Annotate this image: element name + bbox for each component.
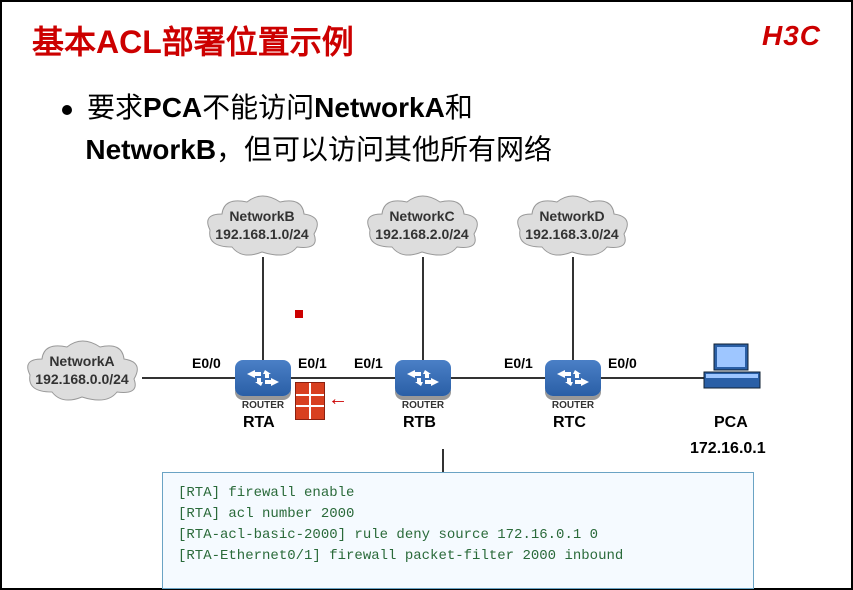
arrow-icon: ← [328, 388, 348, 411]
red-marker-icon [295, 310, 303, 318]
cloud-name: NetworkD [539, 208, 604, 224]
link-line [442, 449, 444, 472]
text: 不能访问 [202, 92, 314, 123]
cloud-cidr: 192.168.1.0/24 [215, 226, 308, 242]
cli-config-box: [RTA] firewall enable [RTA] acl number 2… [162, 472, 754, 589]
text: PCA [143, 92, 202, 123]
network-cloud-a: NetworkA 192.168.0.0/24 [22, 337, 142, 407]
interface-label: E0/1 [354, 355, 383, 371]
text: 和 [445, 92, 473, 123]
router-rta-icon [235, 360, 291, 396]
cloud-cidr: 192.168.3.0/24 [525, 226, 618, 242]
pc-icon [702, 342, 762, 392]
brand-logo: H3C [762, 20, 821, 52]
interface-label: E0/1 [504, 355, 533, 371]
network-cloud-c: NetworkC 192.168.2.0/24 [362, 192, 482, 262]
pc-ip: 172.16.0.1 [690, 440, 766, 458]
cloud-cidr: 192.168.2.0/24 [375, 226, 468, 242]
slide-title: 基本ACL部署位置示例 [32, 17, 354, 63]
cloud-name: NetworkB [229, 208, 294, 224]
slide: 基本ACL部署位置示例 H3C 要求PCA不能访问NetworkA和 Netwo… [0, 0, 853, 590]
router-rtb-icon [395, 360, 451, 396]
text: ，但可以访问其他所有网络 [216, 134, 552, 165]
cloud-name: NetworkA [49, 353, 114, 369]
firewall-icon [295, 382, 325, 420]
text: NetworkA [314, 92, 445, 123]
router-tag: ROUTER [235, 400, 291, 411]
cloud-name: NetworkC [389, 208, 454, 224]
link-line [262, 257, 264, 377]
network-cloud-b: NetworkB 192.168.1.0/24 [202, 192, 322, 262]
text: NetworkB [85, 134, 216, 165]
requirement-bullet: 要求PCA不能访问NetworkA和 NetworkB，但可以访问其他所有网络 [62, 87, 552, 171]
link-line [572, 257, 574, 377]
interface-label: E0/0 [192, 355, 221, 371]
router-rtc-icon [545, 360, 601, 396]
router-label-rta: RTA [243, 414, 275, 432]
text: 要求 [87, 92, 143, 123]
cloud-cidr: 192.168.0.0/24 [35, 371, 128, 387]
network-cloud-d: NetworkD 192.168.3.0/24 [512, 192, 632, 262]
router-label-rtb: RTB [403, 414, 436, 432]
bullet-dot-icon [62, 105, 72, 115]
router-tag: ROUTER [395, 400, 451, 411]
pc-label: PCA [714, 414, 748, 432]
router-label-rtc: RTC [553, 414, 586, 432]
link-line [422, 257, 424, 377]
router-tag: ROUTER [545, 400, 601, 411]
interface-label: E0/0 [608, 355, 637, 371]
network-diagram: NetworkA 192.168.0.0/24 NetworkB 192.168.1… [2, 182, 853, 452]
interface-label: E0/1 [298, 355, 327, 371]
